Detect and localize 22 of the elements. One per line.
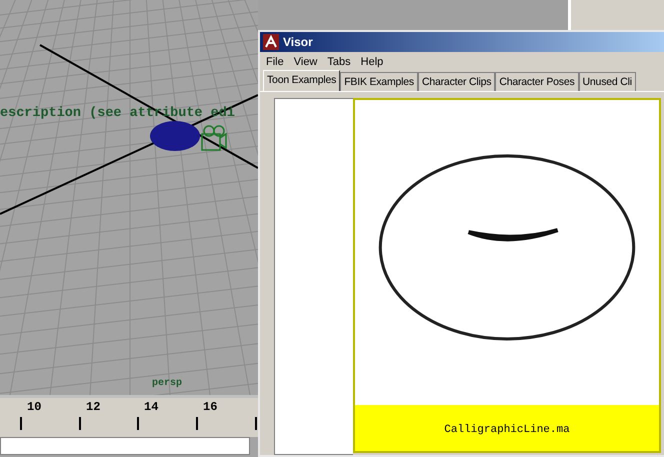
timeline-frame-number: 10	[27, 400, 42, 414]
command-field[interactable]	[0, 437, 250, 455]
thumbnail-caption: CalligraphicLine.ma	[355, 405, 659, 451]
menu-item[interactable]: Help	[360, 56, 384, 68]
timeline-frame-number: 16	[203, 400, 218, 414]
disc-object	[149, 120, 201, 152]
timeline[interactable]: 10 12 14 16	[0, 395, 258, 437]
camera-label: persp	[152, 378, 182, 389]
window-title: Visor	[283, 35, 313, 49]
tab[interactable]: FBIK Examples	[340, 72, 418, 91]
timeline-frame-number: 14	[144, 400, 158, 414]
camera-icon	[200, 124, 228, 154]
menu-item[interactable]: Tabs	[327, 56, 351, 68]
timeline-frame-number: 12	[86, 400, 100, 414]
app-logo-icon	[263, 34, 279, 50]
menu-item[interactable]: View	[294, 56, 318, 68]
menu-item[interactable]: File	[266, 56, 284, 68]
tab[interactable]: Character Poses	[495, 72, 579, 91]
tab[interactable]: Unused Cli	[578, 72, 636, 91]
tab[interactable]: Toon Examples	[263, 70, 340, 91]
thumbnail-card[interactable]: CalligraphicLine.ma	[353, 98, 661, 453]
tab[interactable]: Character Clips	[418, 72, 496, 91]
